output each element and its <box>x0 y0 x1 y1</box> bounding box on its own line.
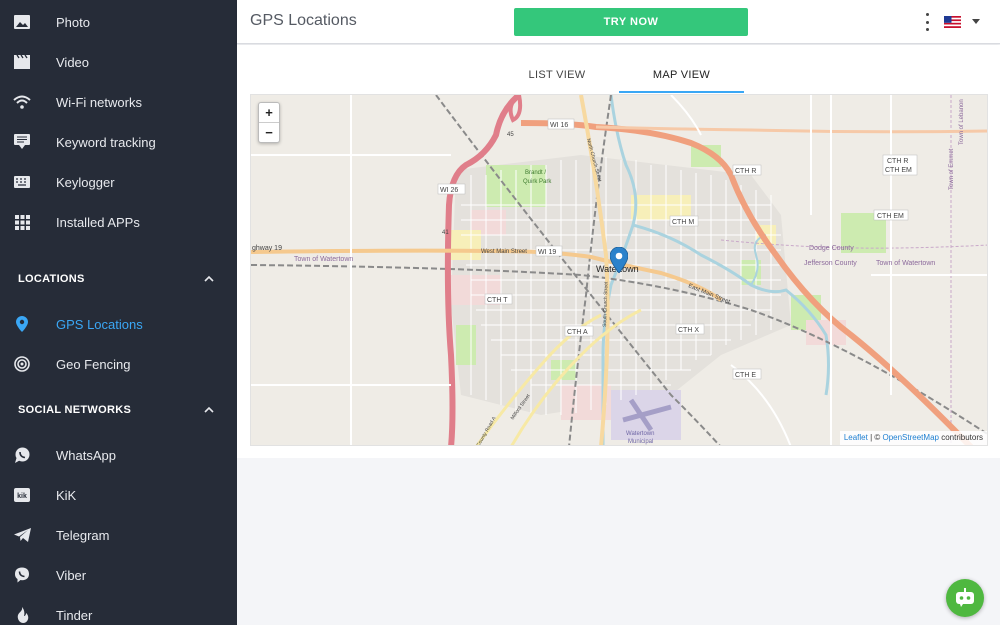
section-locations[interactable]: LOCATIONS <box>0 264 237 294</box>
leaflet-link[interactable]: Leaflet <box>844 433 868 442</box>
map-label-west-main: West Main Street <box>481 249 527 255</box>
map-label-cth-t: CTH T <box>487 297 508 304</box>
video-icon <box>13 53 31 71</box>
sidebar-item-video[interactable]: Video <box>0 42 237 82</box>
sidebar-item-label: Viber <box>56 567 87 583</box>
map-label-town-lebanon: Town of Lebanon <box>959 99 965 145</box>
sidebar-item-gps-locations[interactable]: GPS Locations <box>0 304 237 344</box>
sidebar-item-keylogger[interactable]: Keylogger <box>0 162 237 202</box>
viber-icon <box>13 566 31 584</box>
chevron-up-icon <box>204 275 214 282</box>
sidebar-item-viber[interactable]: Viber <box>0 555 237 595</box>
sidebar: Photo Video Wi-Fi networks Keyword track… <box>0 0 237 625</box>
sidebar-item-keyword-tracking[interactable]: Keyword tracking <box>0 122 237 162</box>
map-label-jefferson-county: Jefferson County <box>804 260 857 267</box>
map-label-wi16: WI 16 <box>550 122 568 129</box>
zoom-in-button[interactable]: + <box>259 103 279 123</box>
apps-grid-icon <box>13 213 31 231</box>
map-label-town-watertown-east: Town of Watertown <box>876 260 935 267</box>
keyboard-icon <box>13 173 31 191</box>
sidebar-item-label: Tinder <box>56 607 93 623</box>
sidebar-item-label: WhatsApp <box>56 447 116 463</box>
location-marker-icon[interactable] <box>610 247 628 273</box>
map-attribution: Leaflet | © OpenStreetMap contributors <box>839 431 987 445</box>
page-title: GPS Locations <box>250 12 357 29</box>
map-label-town-emmet: Town of Emmet <box>949 148 955 190</box>
sidebar-item-telegram[interactable]: Telegram <box>0 515 237 555</box>
section-social-networks[interactable]: SOCIAL NETWORKS <box>0 395 237 425</box>
whatsapp-icon <box>13 446 31 464</box>
sidebar-item-label: Keyword tracking <box>56 134 156 150</box>
tab-list-view[interactable]: LIST VIEW <box>492 62 622 93</box>
sidebar-item-label: Wi-Fi networks <box>56 94 142 110</box>
language-dropdown-caret-icon[interactable] <box>972 19 980 24</box>
sidebar-item-label: KiK <box>56 487 77 503</box>
tinder-icon <box>13 606 31 624</box>
map-label-dodge-county: Dodge County <box>809 245 854 252</box>
location-pin-icon <box>13 315 31 333</box>
map-label-airport: Watertown <box>626 431 654 437</box>
sidebar-item-installed-apps[interactable]: Installed APPs <box>0 202 237 242</box>
kik-icon: kik <box>13 486 31 504</box>
wifi-icon <box>13 93 31 111</box>
sidebar-item-kik[interactable]: kik KiK <box>0 475 237 515</box>
tab-map-view[interactable]: MAP VIEW <box>619 62 744 93</box>
sidebar-item-label: Installed APPs <box>56 214 140 230</box>
map-label-r45: 45 <box>507 132 514 138</box>
chevron-up-icon <box>204 406 214 413</box>
photo-icon <box>13 13 31 31</box>
sidebar-item-tinder[interactable]: Tinder <box>0 595 237 625</box>
attribution-contributors: contributors <box>938 433 983 442</box>
map-label-cth-r2: CTH R <box>887 158 908 165</box>
map-label-cth-r: CTH R <box>735 168 756 175</box>
telegram-icon <box>13 526 31 544</box>
chat-bot-icon <box>956 588 974 607</box>
sidebar-item-photo[interactable]: Photo <box>0 2 237 42</box>
map-label-cth-em2: CTH EM <box>885 167 912 174</box>
sidebar-item-geo-fencing[interactable]: Geo Fencing <box>0 344 237 384</box>
keyword-icon <box>13 133 31 151</box>
map-label-cth-e: CTH E <box>735 372 756 379</box>
openstreetmap-link[interactable]: OpenStreetMap <box>882 433 938 442</box>
map-view[interactable]: WI 16 WI 26 WI 19 ghway 19 45 41 West Ma… <box>250 94 988 446</box>
map-label-r41: 41 <box>442 230 449 236</box>
us-flag-icon[interactable] <box>944 16 961 28</box>
sidebar-item-whatsapp[interactable]: WhatsApp <box>0 435 237 475</box>
top-bar: GPS Locations TRY NOW <box>237 0 1000 44</box>
map-label-cth-em: CTH EM <box>877 213 904 220</box>
sidebar-item-label: Telegram <box>56 527 110 543</box>
section-title: LOCATIONS <box>18 273 85 285</box>
sidebar-item-label: Video <box>56 54 90 70</box>
map-label-cth-m: CTH M <box>672 219 694 226</box>
sidebar-item-label: Geo Fencing <box>56 356 131 372</box>
map-label-airport-municipal: Municipal <box>628 439 653 445</box>
map-label-hwy19: ghway 19 <box>252 245 282 252</box>
sidebar-item-label: Keylogger <box>56 174 115 190</box>
zoom-out-button[interactable]: − <box>259 123 279 143</box>
try-now-button[interactable]: TRY NOW <box>514 8 748 36</box>
map-label-brandt: Brandt / <box>525 170 546 176</box>
chat-support-button[interactable] <box>946 579 984 617</box>
sidebar-item-label: Photo <box>56 14 90 30</box>
map-label-quirk: Quirk Park <box>523 179 552 185</box>
zoom-control: + − <box>258 102 280 143</box>
map-label-wi19: WI 19 <box>538 249 556 256</box>
svg-text:kik: kik <box>17 493 27 500</box>
map-label-cth-a: CTH A <box>567 329 588 336</box>
map-label-cth-x: CTH X <box>678 327 699 334</box>
target-icon <box>13 355 31 373</box>
map-label-wi26: WI 26 <box>440 187 458 194</box>
sidebar-item-wifi[interactable]: Wi-Fi networks <box>0 82 237 122</box>
more-options-icon[interactable] <box>922 13 932 31</box>
sidebar-item-label: GPS Locations <box>56 316 143 332</box>
section-title: SOCIAL NETWORKS <box>18 404 132 416</box>
attribution-separator: | © <box>867 433 883 442</box>
map-label-town-watertown-west: Town of Watertown <box>294 256 353 263</box>
